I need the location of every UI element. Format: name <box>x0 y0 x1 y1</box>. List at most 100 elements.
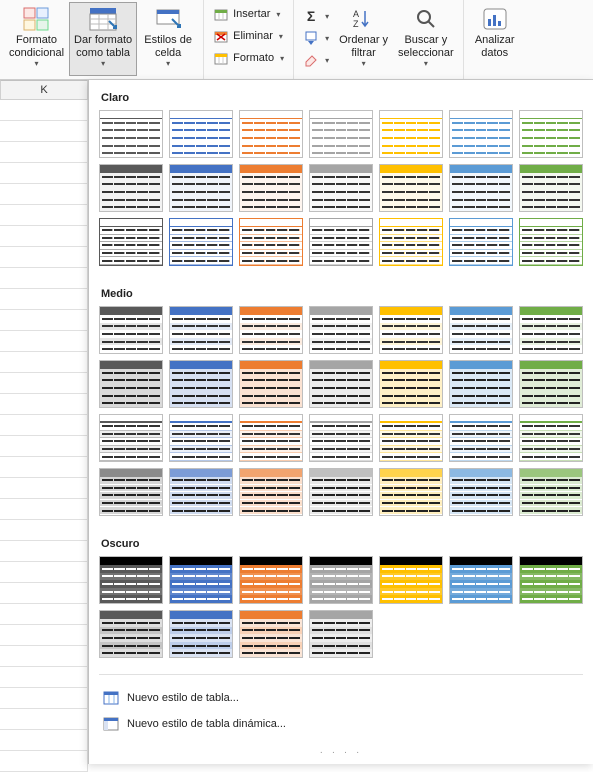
table-style-thumb[interactable] <box>379 414 443 462</box>
column-header-label: K <box>40 84 47 96</box>
table-style-thumb[interactable] <box>169 218 233 266</box>
table-style-thumb[interactable] <box>239 556 303 604</box>
fill-button[interactable]: ▾ <box>300 28 332 48</box>
table-style-thumb[interactable] <box>519 414 583 462</box>
table-style-thumb[interactable] <box>99 164 163 212</box>
insert-button[interactable]: Insertar ▾ <box>210 4 287 24</box>
table-style-thumb[interactable] <box>449 468 513 516</box>
eraser-icon <box>303 52 319 68</box>
analyze-data-button[interactable]: Analizar datos <box>468 2 522 76</box>
format-table-label: Dar formato como tabla <box>74 34 132 59</box>
table-style-thumb[interactable] <box>309 360 373 408</box>
cell-styles-button[interactable]: Estilos de celda ▾ <box>137 2 199 76</box>
table-style-thumb[interactable] <box>169 610 233 658</box>
table-style-thumb[interactable] <box>169 110 233 158</box>
table-style-thumb[interactable] <box>449 306 513 354</box>
table-style-thumb[interactable] <box>239 164 303 212</box>
format-icon <box>213 50 229 66</box>
table-style-thumb[interactable] <box>309 468 373 516</box>
table-style-thumb[interactable] <box>449 218 513 266</box>
table-style-thumb[interactable] <box>519 218 583 266</box>
format-button[interactable]: Formato ▾ <box>210 48 287 68</box>
table-style-thumb[interactable] <box>309 306 373 354</box>
table-style-thumb[interactable] <box>379 556 443 604</box>
table-style-thumb[interactable] <box>519 360 583 408</box>
column-header[interactable]: K <box>0 80 88 100</box>
insert-label: Insertar <box>233 8 270 20</box>
table-style-thumb[interactable] <box>99 360 163 408</box>
chevron-down-icon: ▾ <box>325 56 329 65</box>
table-style-thumb[interactable] <box>379 110 443 158</box>
table-style-thumb[interactable] <box>99 468 163 516</box>
delete-button[interactable]: Eliminar ▾ <box>210 26 287 46</box>
table-style-thumb[interactable] <box>449 556 513 604</box>
clear-button[interactable]: ▾ <box>300 50 332 70</box>
table-style-thumb[interactable] <box>239 610 303 658</box>
chevron-down-icon: ▾ <box>424 59 428 68</box>
format-as-table-button[interactable]: Dar formato como tabla ▾ <box>69 2 137 76</box>
table-style-thumb[interactable] <box>519 556 583 604</box>
table-style-thumb[interactable] <box>169 306 233 354</box>
chevron-down-icon: ▾ <box>276 10 280 19</box>
find-select-label: Buscar y seleccionar <box>398 34 454 59</box>
sort-filter-icon: AZ <box>349 6 379 32</box>
table-style-thumb[interactable] <box>309 164 373 212</box>
separator <box>99 674 583 675</box>
table-style-thumb[interactable] <box>309 414 373 462</box>
table-style-thumb[interactable] <box>169 164 233 212</box>
insert-icon <box>213 6 229 22</box>
table-style-thumb[interactable] <box>169 360 233 408</box>
section-title-dark: Oscuro <box>99 532 583 556</box>
new-table-style-menuitem[interactable]: Nuevo estilo de tabla... <box>95 685 587 711</box>
table-style-thumb[interactable] <box>519 306 583 354</box>
sort-filter-button[interactable]: AZ Ordenar y filtrar ▾ <box>334 2 393 76</box>
table-style-thumb[interactable] <box>239 468 303 516</box>
table-style-thumb[interactable] <box>379 218 443 266</box>
ribbon: Formato condicional ▾ Dar formato como t… <box>0 0 593 80</box>
table-style-thumb[interactable] <box>169 414 233 462</box>
table-style-thumb[interactable] <box>309 610 373 658</box>
table-style-thumb[interactable] <box>239 414 303 462</box>
format-label: Formato <box>233 52 274 64</box>
table-style-thumb[interactable] <box>169 468 233 516</box>
table-style-thumb[interactable] <box>379 306 443 354</box>
table-style-thumb[interactable] <box>449 110 513 158</box>
table-style-thumb[interactable] <box>519 468 583 516</box>
table-style-thumb[interactable] <box>99 610 163 658</box>
table-style-thumb[interactable] <box>379 468 443 516</box>
table-style-thumb[interactable] <box>239 218 303 266</box>
conditional-format-button[interactable]: Formato condicional ▾ <box>4 2 69 76</box>
chevron-down-icon: ▾ <box>325 34 329 43</box>
section-title-medium: Medio <box>99 282 583 306</box>
styles-group: Formato condicional ▾ Dar formato como t… <box>0 0 204 79</box>
table-style-thumb[interactable] <box>519 110 583 158</box>
new-pivot-style-menuitem[interactable]: Nuevo estilo de tabla dinámica... <box>95 711 587 737</box>
chevron-down-icon: ▾ <box>35 59 39 68</box>
chevron-down-icon: ▾ <box>325 12 329 21</box>
autosum-button[interactable]: Σ ▾ <box>300 6 332 26</box>
sort-filter-label: Ordenar y filtrar <box>339 34 388 59</box>
table-style-thumb[interactable] <box>169 556 233 604</box>
table-style-thumb[interactable] <box>449 360 513 408</box>
table-style-thumb[interactable] <box>239 306 303 354</box>
table-style-thumb[interactable] <box>239 110 303 158</box>
table-style-thumb[interactable] <box>99 414 163 462</box>
table-style-thumb[interactable] <box>239 360 303 408</box>
table-style-thumb[interactable] <box>519 164 583 212</box>
chevron-down-icon: ▾ <box>280 54 284 63</box>
find-select-button[interactable]: Buscar y seleccionar ▾ <box>393 2 459 76</box>
table-style-thumb[interactable] <box>99 556 163 604</box>
table-style-thumb[interactable] <box>99 306 163 354</box>
worksheet-cells[interactable] <box>0 100 88 764</box>
table-style-thumb[interactable] <box>379 360 443 408</box>
table-style-thumb[interactable] <box>379 164 443 212</box>
table-style-thumb[interactable] <box>449 164 513 212</box>
table-style-thumb[interactable] <box>99 110 163 158</box>
resize-grip[interactable]: · · · · <box>89 745 593 764</box>
table-style-thumb[interactable] <box>99 218 163 266</box>
table-style-thumb[interactable] <box>309 218 373 266</box>
table-style-thumb[interactable] <box>449 414 513 462</box>
table-style-thumb[interactable] <box>309 110 373 158</box>
table-style-thumb[interactable] <box>309 556 373 604</box>
conditional-format-label: Formato condicional <box>9 34 64 59</box>
